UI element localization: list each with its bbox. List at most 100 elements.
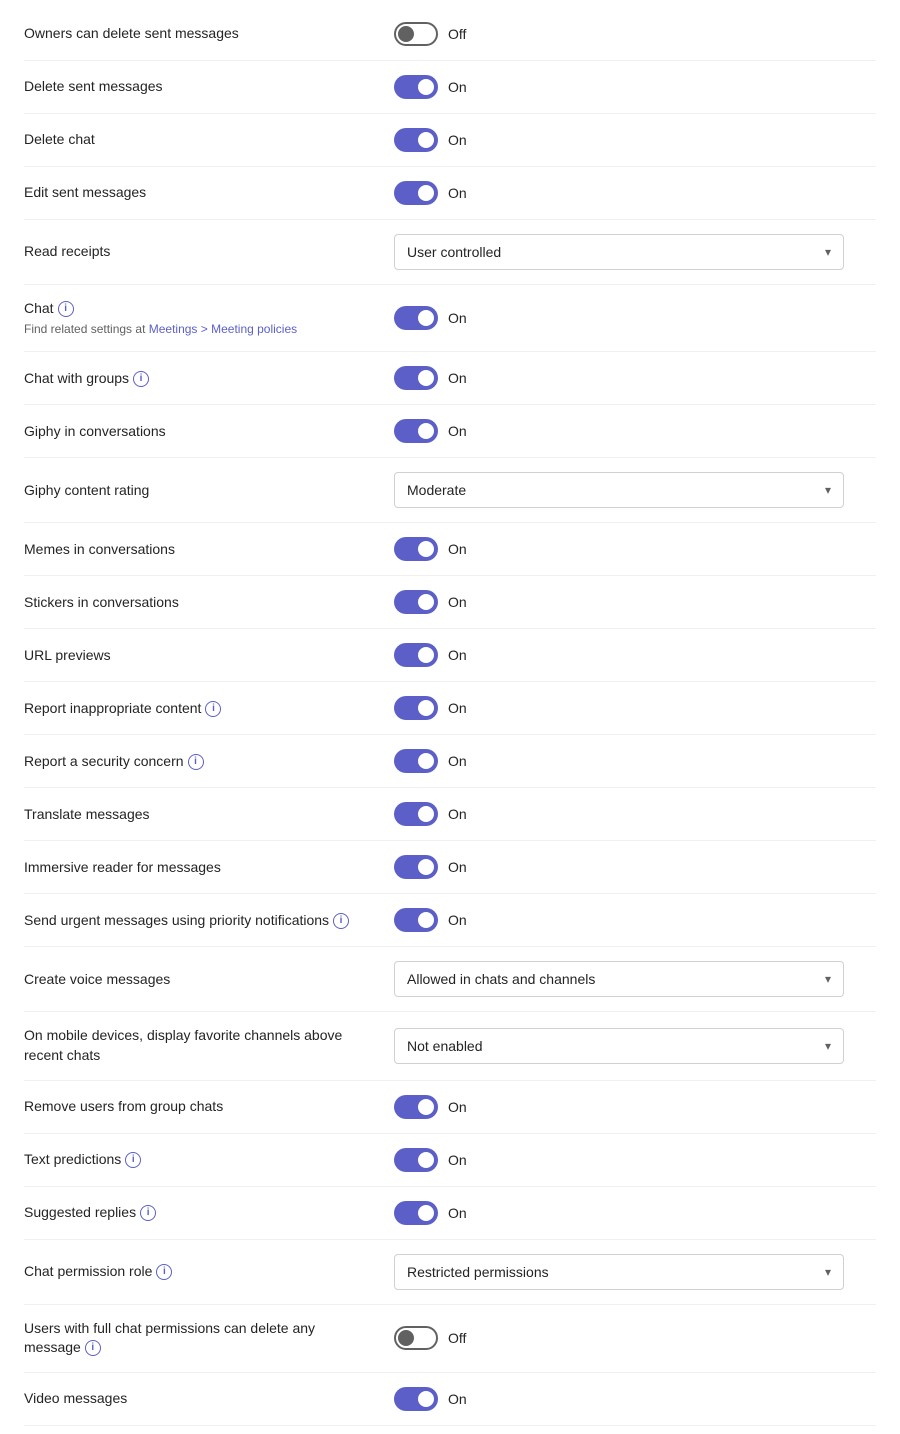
setting-row-voice-messages: Create voice messagesAllowed in chats an… [24,947,876,1012]
setting-control-edit-sent: On [394,181,876,205]
setting-row-memes: Memes in conversationsOn [24,523,876,576]
toggle-delete-chat[interactable] [394,128,438,152]
setting-control-delete-chat: On [394,128,876,152]
meetings-link[interactable]: Meetings > Meeting policies [149,322,297,336]
toggle-owners-delete[interactable] [394,22,438,46]
toggle-thumb-edit-sent [418,185,434,201]
setting-label-memes: Memes in conversations [24,540,394,560]
toggle-url-previews[interactable] [394,643,438,667]
setting-label-stickers: Stickers in conversations [24,593,394,613]
info-icon-urgent-messages[interactable]: i [333,913,349,929]
setting-label-delete-chat: Delete chat [24,130,394,150]
info-icon-full-permissions-delete[interactable]: i [85,1340,101,1356]
setting-row-delete-sent: Delete sent messagesOn [24,61,876,114]
toggle-label-report-security: On [448,753,467,769]
toggle-report-inappropriate[interactable] [394,696,438,720]
dropdown-giphy-content-rating[interactable]: Moderate▾ [394,472,844,508]
chat-sub-label: Find related settings at Meetings > Meet… [24,321,374,338]
dropdown-text-voice-messages: Allowed in chats and channels [407,971,595,987]
toggle-label-chat-with-groups: On [448,370,467,386]
setting-row-stickers: Stickers in conversations On [24,576,876,629]
setting-control-full-permissions-delete: Off [394,1326,876,1350]
setting-label-delete-sent: Delete sent messages [24,77,394,97]
toggle-urgent-messages[interactable] [394,908,438,932]
dropdown-text-read-receipts: User controlled [407,244,501,260]
toggle-immersive-reader[interactable] [394,855,438,879]
toggle-label-full-permissions-delete: Off [448,1330,466,1346]
info-icon-report-security[interactable]: i [188,754,204,770]
setting-control-remove-users: On [394,1095,876,1119]
toggle-chat[interactable] [394,306,438,330]
setting-label-owners-delete: Owners can delete sent messages [24,24,394,44]
toggle-full-permissions-delete[interactable] [394,1326,438,1350]
toggle-text-predictions[interactable] [394,1148,438,1172]
toggle-thumb-video-messages [418,1391,434,1407]
toggle-label-immersive-reader: On [448,859,467,875]
setting-control-giphy-content-rating: Moderate▾ [394,472,876,508]
setting-label-report-security: Report a security concerni [24,752,394,772]
info-icon-chat[interactable]: i [58,301,74,317]
toggle-suggested-replies[interactable] [394,1201,438,1225]
setting-control-url-previews: On [394,643,876,667]
toggle-delete-sent[interactable] [394,75,438,99]
info-icon-text-predictions[interactable]: i [125,1152,141,1168]
setting-label-mobile-channels: On mobile devices, display favorite chan… [24,1026,394,1065]
setting-row-delete-chat: Delete chatOn [24,114,876,167]
toggle-label-stickers: On [448,594,467,610]
setting-row-report-security: Report a security concerni On [24,735,876,788]
info-icon-suggested-replies[interactable]: i [140,1205,156,1221]
toggle-label-giphy-conversations: On [448,423,467,439]
dropdown-read-receipts[interactable]: User controlled▾ [394,234,844,270]
setting-label-url-previews: URL previews [24,646,394,666]
setting-row-chat: ChatiFind related settings at Meetings >… [24,285,876,352]
info-icon-report-inappropriate[interactable]: i [205,701,221,717]
setting-control-owners-delete: Off [394,22,876,46]
toggle-memes[interactable] [394,537,438,561]
toggle-stickers[interactable] [394,590,438,614]
toggle-chat-with-groups[interactable] [394,366,438,390]
setting-control-mobile-channels: Not enabled▾ [394,1028,876,1064]
toggle-giphy-conversations[interactable] [394,419,438,443]
toggle-translate-messages[interactable] [394,802,438,826]
dropdown-text-mobile-channels: Not enabled [407,1038,483,1054]
toggle-thumb-owners-delete [398,26,414,42]
setting-label-video-messages: Video messages [24,1389,394,1409]
setting-row-full-permissions-delete: Users with full chat permissions can del… [24,1305,876,1373]
dropdown-voice-messages[interactable]: Allowed in chats and channels▾ [394,961,844,997]
toggle-label-suggested-replies: On [448,1205,467,1221]
toggle-label-text-predictions: On [448,1152,467,1168]
toggle-thumb-delete-sent [418,79,434,95]
setting-label-remove-users: Remove users from group chats [24,1097,394,1117]
setting-label-edit-sent: Edit sent messages [24,183,394,203]
setting-row-text-predictions: Text predictionsiOn [24,1134,876,1187]
dropdown-chat-permission-role[interactable]: Restricted permissions ▾ [394,1254,844,1290]
setting-row-mobile-channels: On mobile devices, display favorite chan… [24,1012,876,1080]
info-icon-chat-permission-role[interactable]: i [156,1264,172,1280]
info-icon-chat-with-groups[interactable]: i [133,371,149,387]
toggle-label-owners-delete: Off [448,26,466,42]
toggle-label-remove-users: On [448,1099,467,1115]
toggle-video-messages[interactable] [394,1387,438,1411]
setting-control-memes: On [394,537,876,561]
toggle-label-chat: On [448,310,467,326]
setting-row-suggested-replies: Suggested repliesiOn [24,1187,876,1240]
toggle-remove-users[interactable] [394,1095,438,1119]
setting-row-owners-delete: Owners can delete sent messages Off [24,8,876,61]
setting-control-chat: On [394,306,876,330]
dropdown-mobile-channels[interactable]: Not enabled▾ [394,1028,844,1064]
toggle-label-report-inappropriate: On [448,700,467,716]
setting-row-video-messages: Video messagesOn [24,1373,876,1426]
dropdown-chevron-chat-permission-role: ▾ [825,1265,831,1279]
toggle-report-security[interactable] [394,749,438,773]
toggle-edit-sent[interactable] [394,181,438,205]
setting-row-chat-permission-role: Chat permission roleiRestricted permissi… [24,1240,876,1305]
setting-control-report-security: On [394,749,876,773]
setting-row-read-receipts: Read receiptsUser controlled▾ [24,220,876,285]
setting-control-stickers: On [394,590,876,614]
setting-control-giphy-conversations: On [394,419,876,443]
setting-control-voice-messages: Allowed in chats and channels▾ [394,961,876,997]
toggle-label-translate-messages: On [448,806,467,822]
setting-control-video-messages: On [394,1387,876,1411]
dropdown-text-chat-permission-role: Restricted permissions [407,1264,549,1280]
toggle-thumb-text-predictions [418,1152,434,1168]
